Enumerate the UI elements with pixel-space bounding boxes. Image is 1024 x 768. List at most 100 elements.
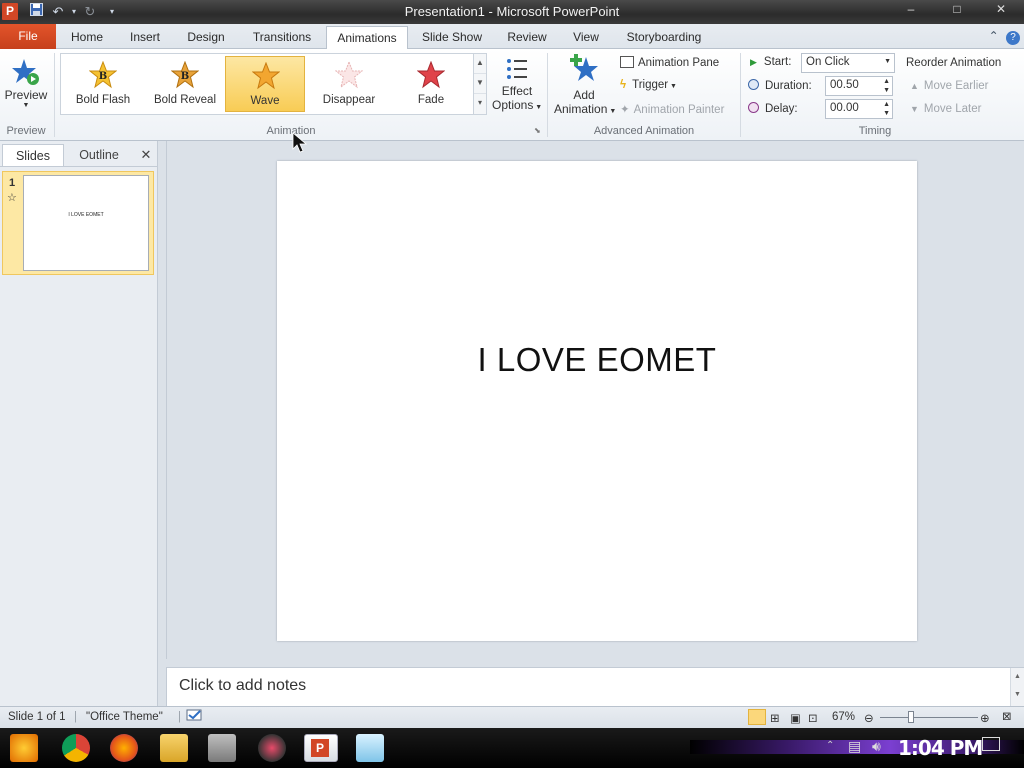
start-label: ▶ Start: bbox=[750, 56, 792, 68]
firefox-icon[interactable] bbox=[110, 734, 138, 762]
slide-show-view-icon[interactable]: ⊡ bbox=[808, 711, 818, 725]
ribbon: Preview ▼ Preview B Bold Flash B Bold Re… bbox=[0, 49, 1024, 141]
tab-storyboarding[interactable]: Storyboarding bbox=[618, 26, 710, 49]
tab-file[interactable]: File bbox=[0, 24, 56, 49]
tab-slides[interactable]: Slides bbox=[2, 144, 64, 166]
normal-view-icon[interactable] bbox=[748, 709, 766, 725]
preview-dropdown-icon[interactable]: ▼ bbox=[2, 102, 50, 109]
tab-insert[interactable]: Insert bbox=[120, 26, 170, 49]
theme-name[interactable]: "Office Theme" bbox=[86, 711, 163, 723]
app-cube-icon[interactable] bbox=[208, 734, 236, 762]
show-hidden-icons-icon[interactable]: ⌃ bbox=[826, 740, 834, 751]
add-animation-label-1: Add bbox=[573, 88, 595, 102]
tab-transitions[interactable]: Transitions bbox=[244, 26, 320, 49]
spinner-arrows-icon[interactable]: ▲ ▼ bbox=[883, 100, 890, 118]
play-icon: ▶ bbox=[750, 57, 757, 67]
group-divider bbox=[740, 53, 741, 137]
close-button[interactable]: ✕ bbox=[980, 0, 1022, 20]
volume-icon[interactable]: 🔊︎ bbox=[872, 738, 881, 755]
chevron-down-icon: ▼ bbox=[533, 104, 543, 111]
delay-spinner[interactable]: 00.00 ▲ ▼ bbox=[825, 99, 893, 119]
animation-group-label: Animation bbox=[266, 125, 316, 137]
slide-sorter-icon[interactable]: ⊞ bbox=[770, 711, 780, 725]
wave-star-icon bbox=[252, 62, 280, 90]
minimize-button[interactable]: – bbox=[890, 0, 932, 20]
duration-spinner[interactable]: 00.50 ▲ ▼ bbox=[825, 76, 893, 96]
slide-thumbnail[interactable]: I LOVE EOMET bbox=[23, 175, 149, 271]
bold-reveal-star-icon: B bbox=[171, 61, 199, 89]
title-bar: P ↶ ▾ ↻ ▾ Presentation1 - Microsoft Powe… bbox=[0, 0, 1024, 24]
trigger-button[interactable]: ϟ Trigger ▼ bbox=[620, 79, 677, 91]
slide-title-text[interactable]: I LOVE EOMET bbox=[277, 341, 917, 379]
advanced-animation-group-label: Advanced Animation bbox=[593, 125, 695, 137]
slide-thumbnail-item[interactable]: 1 ☆ I LOVE EOMET bbox=[2, 171, 154, 275]
file-explorer-icon[interactable] bbox=[160, 734, 188, 762]
zoom-level[interactable]: 67% bbox=[832, 711, 855, 723]
chevron-down-icon: ▼ bbox=[668, 83, 677, 90]
notes-pane[interactable]: Click to add notes ▲ ▼ bbox=[166, 667, 1024, 707]
animation-painter-button[interactable]: ✦ Animation Painter bbox=[620, 102, 724, 116]
lightning-icon: ϟ bbox=[620, 79, 627, 91]
tab-review[interactable]: Review bbox=[500, 26, 554, 49]
animation-pane-icon bbox=[620, 56, 634, 68]
animation-pane-button[interactable]: Animation Pane bbox=[620, 56, 719, 69]
zoom-out-icon[interactable]: ⊖ bbox=[864, 711, 874, 725]
reorder-animation-title: Reorder Animation bbox=[906, 57, 1002, 69]
group-divider bbox=[547, 53, 548, 137]
add-animation-star-icon bbox=[570, 54, 598, 81]
tab-view[interactable]: View bbox=[564, 26, 608, 49]
tab-home[interactable]: Home bbox=[64, 26, 110, 49]
move-earlier-button[interactable]: ▲ Move Earlier bbox=[910, 80, 988, 92]
group-divider bbox=[54, 53, 55, 137]
thumbnail-text: I LOVE EOMET bbox=[68, 212, 104, 218]
animation-wave[interactable]: Wave bbox=[225, 56, 305, 112]
gallery-scroll-down-icon[interactable]: ▼ bbox=[474, 74, 486, 94]
help-icon[interactable]: ? bbox=[1006, 31, 1020, 45]
work-area: Slides Outline ✕ 1 ☆ I LOVE EOMET I LOVE… bbox=[0, 141, 1024, 707]
start-dropdown[interactable]: On Click ▼ bbox=[801, 53, 895, 73]
tab-outline[interactable]: Outline bbox=[68, 144, 130, 166]
animation-disappear[interactable]: Disappear bbox=[309, 56, 389, 112]
animation-bold-reveal[interactable]: B Bold Reveal bbox=[145, 56, 225, 112]
spinner-arrows-icon[interactable]: ▲ ▼ bbox=[883, 77, 890, 95]
taskbar-clock[interactable]: 1:04 PM bbox=[898, 736, 983, 760]
slide-canvas[interactable]: I LOVE EOMET bbox=[277, 161, 917, 641]
slide-editing-area: I LOVE EOMET bbox=[166, 141, 1024, 659]
animation-dialog-launcher-icon[interactable]: ⬊ bbox=[534, 126, 541, 135]
delay-value: 00.00 bbox=[830, 102, 859, 114]
notes-app-icon[interactable] bbox=[356, 734, 384, 762]
zoom-slider-thumb[interactable] bbox=[908, 711, 914, 723]
effect-options-button[interactable]: Effect Options ▼ bbox=[492, 57, 542, 117]
animation-bold-flash[interactable]: B Bold Flash bbox=[63, 56, 143, 112]
notification-icon[interactable] bbox=[982, 737, 1000, 751]
media-player-icon[interactable] bbox=[258, 734, 286, 762]
zoom-in-icon[interactable]: ⊕ bbox=[980, 711, 990, 725]
chrome-icon[interactable] bbox=[62, 734, 90, 762]
notes-scrollbar[interactable]: ▲ ▼ bbox=[1010, 668, 1024, 707]
preview-button[interactable]: Preview ▼ bbox=[2, 55, 50, 119]
tab-slide-show[interactable]: Slide Show bbox=[414, 26, 490, 49]
network-icon[interactable]: ▤ bbox=[848, 738, 861, 755]
spell-check-icon[interactable] bbox=[186, 709, 204, 726]
add-animation-button[interactable]: Add Animation ▼ bbox=[554, 53, 616, 119]
bold-flash-star-icon: B bbox=[89, 61, 117, 89]
animation-fade[interactable]: Fade bbox=[391, 56, 471, 112]
powerpoint-taskbar-icon[interactable]: P bbox=[304, 734, 338, 762]
gallery-more-icon[interactable]: ▾ bbox=[474, 94, 486, 114]
triangle-up-icon: ▲ bbox=[910, 81, 919, 91]
move-later-button[interactable]: ▼ Move Later bbox=[910, 103, 981, 115]
gallery-scroll-up-icon[interactable]: ▲ bbox=[474, 54, 486, 74]
tab-animations[interactable]: Animations bbox=[326, 26, 408, 50]
animation-label: Fade bbox=[417, 94, 445, 106]
fit-to-window-icon[interactable]: ⊠ bbox=[1002, 709, 1012, 723]
zoom-slider[interactable] bbox=[880, 711, 978, 723]
slide-number: 1 bbox=[9, 177, 16, 189]
start-button-icon[interactable] bbox=[10, 734, 38, 762]
collapse-ribbon-icon[interactable]: ⌃ bbox=[989, 29, 999, 43]
effect-options-label-2: Options bbox=[492, 98, 534, 112]
tab-design[interactable]: Design bbox=[180, 26, 232, 49]
close-pane-icon[interactable]: ✕ bbox=[136, 144, 156, 166]
maximize-button[interactable]: □ bbox=[936, 0, 978, 20]
reading-view-icon[interactable]: ▣ bbox=[790, 711, 801, 725]
fade-star-icon bbox=[417, 61, 445, 89]
